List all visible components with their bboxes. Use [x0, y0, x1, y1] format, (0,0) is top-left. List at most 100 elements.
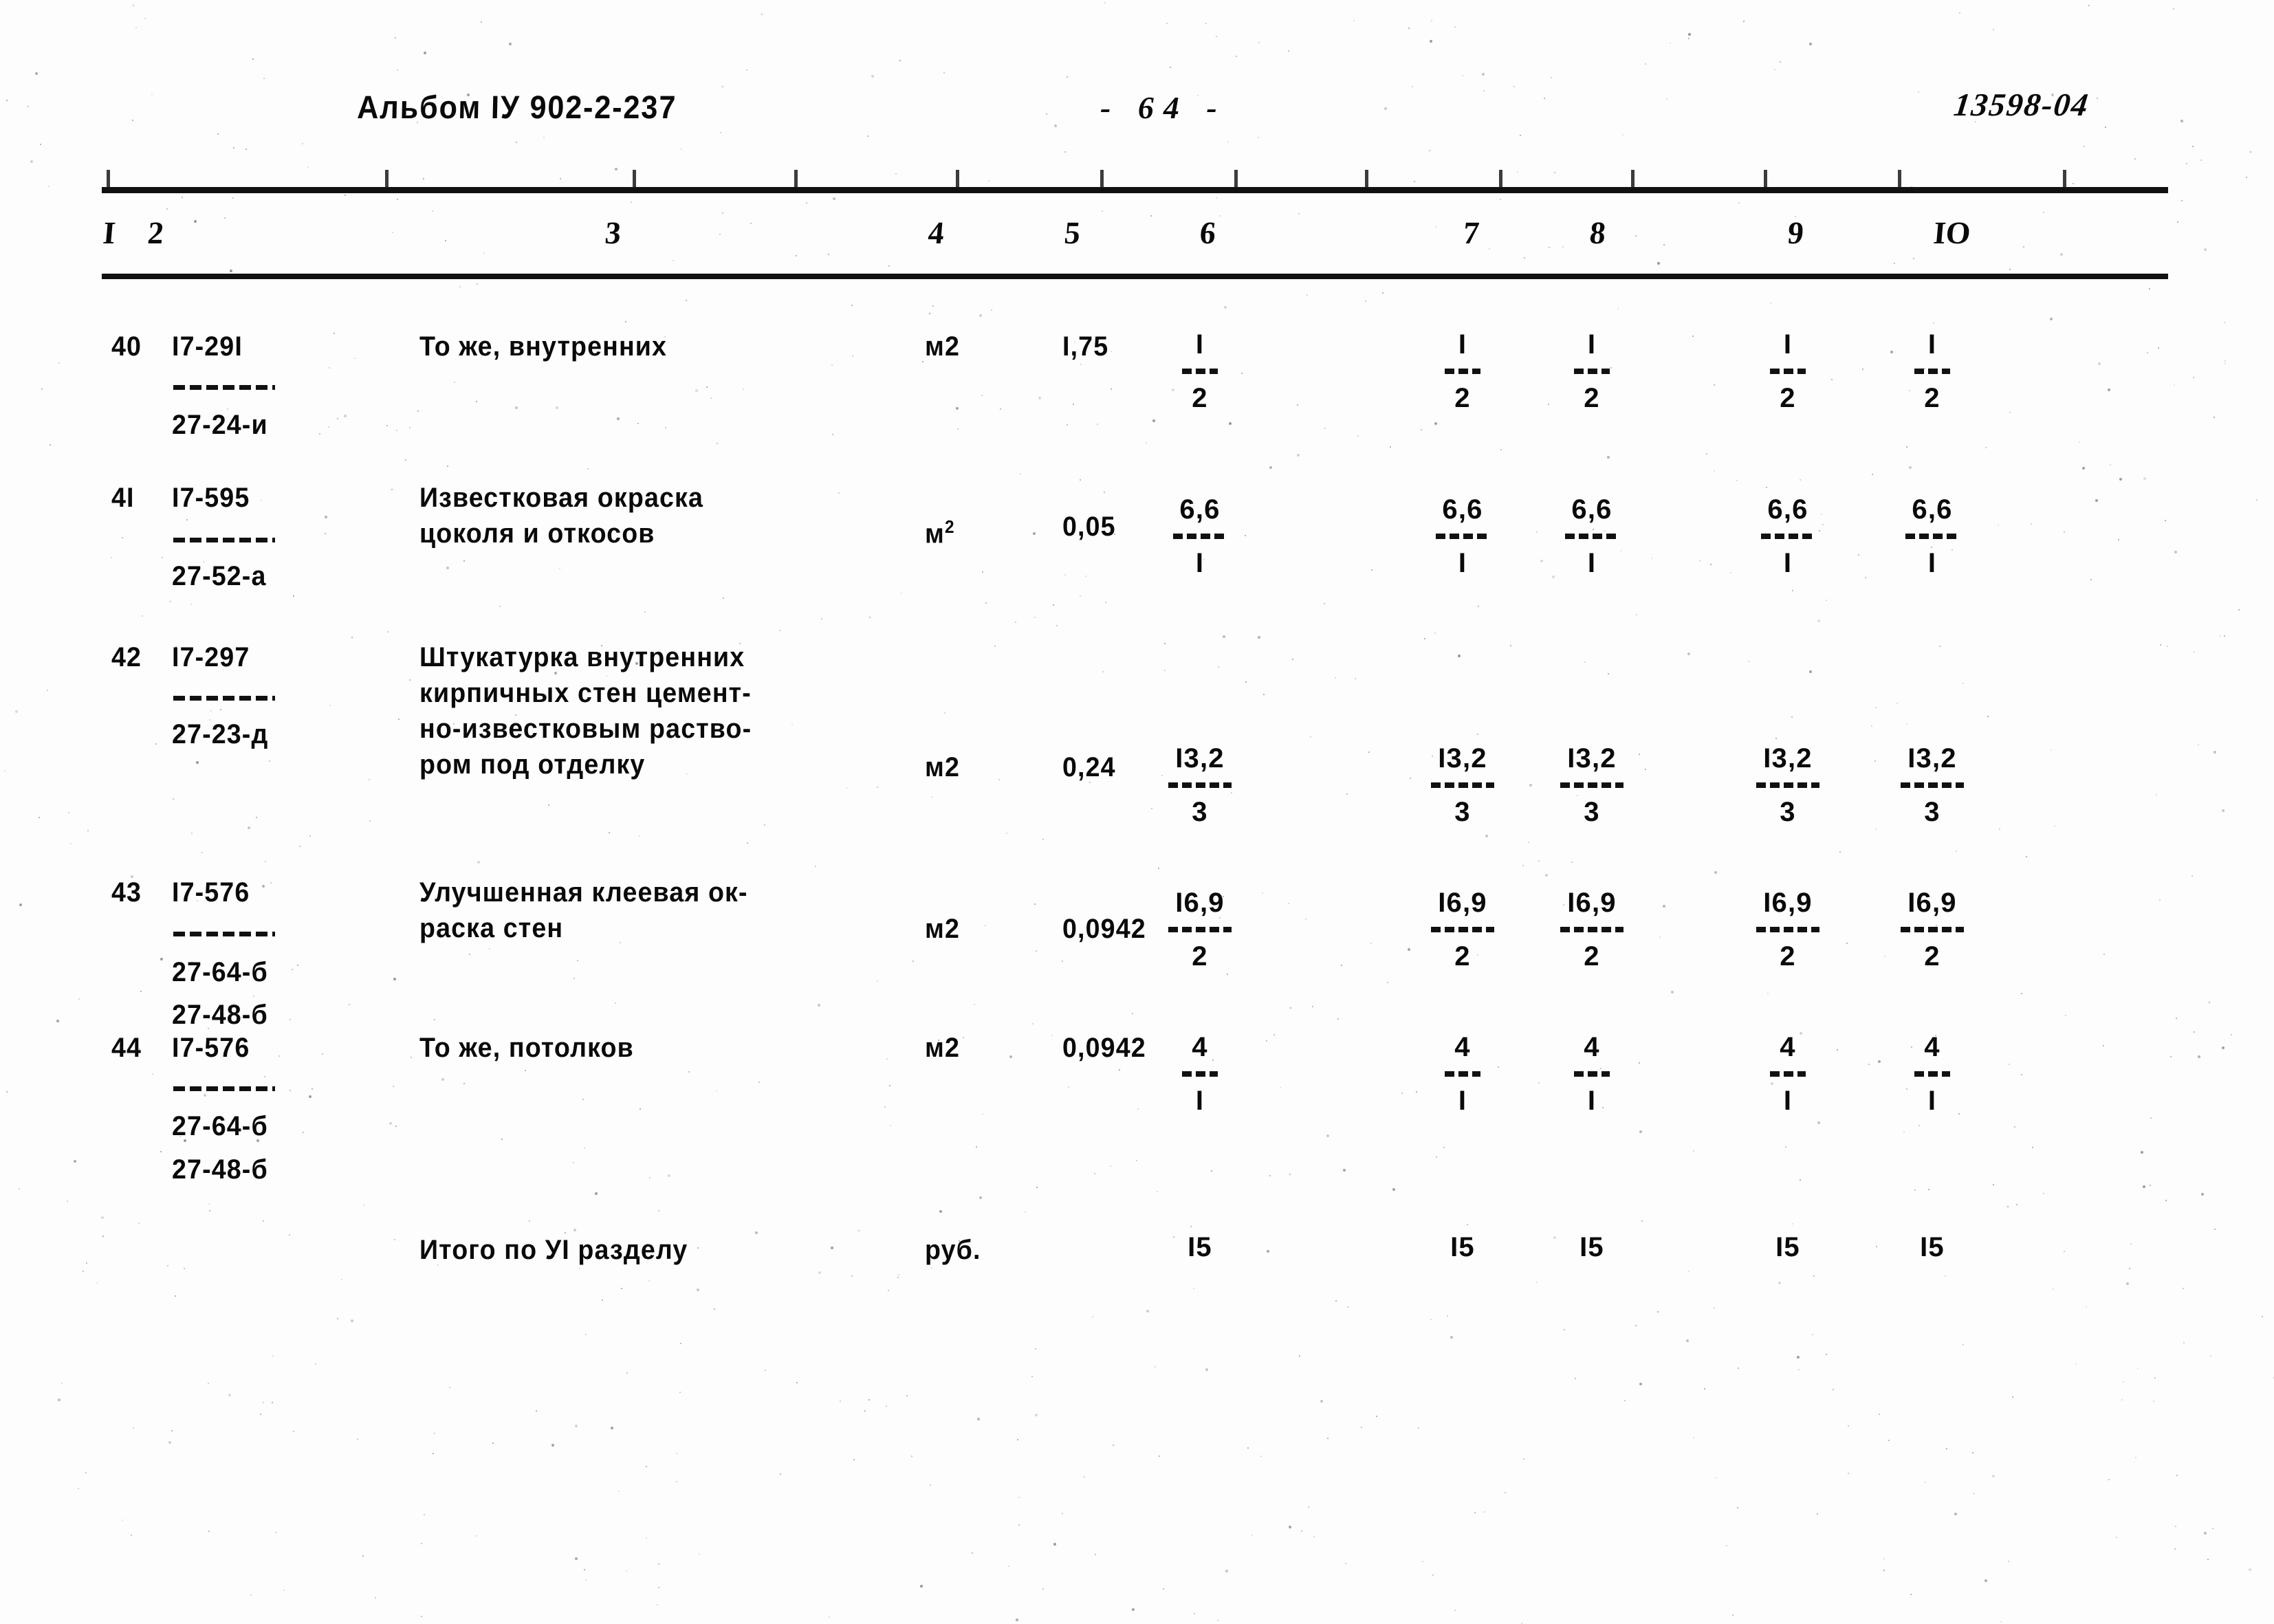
column-tick-mark — [1234, 170, 1238, 188]
row-unit-base: м2 — [925, 752, 960, 782]
fraction-denominator: 2 — [1584, 941, 1600, 972]
fraction-numerator: I6,9 — [1763, 888, 1813, 918]
column-tick-mark — [1100, 170, 1104, 188]
column-tick-mark — [794, 170, 798, 188]
fraction-denominator: 2 — [1780, 383, 1796, 413]
fraction-denominator: 2 — [1924, 941, 1940, 972]
row-fraction-col-8: I3,2 3 — [1520, 743, 1664, 828]
row-description: Штукатурка внутренних кирпичных стен цем… — [419, 642, 752, 780]
fraction-bar — [1756, 927, 1819, 932]
fraction-denominator: 3 — [1780, 797, 1796, 827]
fraction-denominator: I — [1458, 548, 1467, 578]
fraction-denominator: I — [1783, 548, 1793, 578]
row-fraction-col-8: I2 — [1520, 329, 1664, 414]
fraction-denominator: 2 — [1454, 383, 1471, 413]
row-unit-base: м — [925, 518, 945, 549]
fraction-bar — [1431, 782, 1494, 788]
row-code-secondary: 27-64-б — [172, 957, 268, 987]
row-code-primary: I7-29I — [172, 331, 243, 362]
row-code-tertiary: 27-48-б — [172, 1000, 268, 1030]
fraction-numerator: 4 — [1780, 1032, 1796, 1062]
row-fraction-col-6: 4I — [1128, 1031, 1272, 1117]
fraction-numerator: I — [1587, 329, 1597, 360]
row-fraction-col-10: 6,6 I — [1860, 494, 2004, 579]
fraction-bar — [1574, 369, 1610, 374]
column-tick-mark — [385, 170, 389, 188]
row-code-secondary: 27-23-д — [172, 719, 269, 749]
fraction-bar — [1565, 534, 1619, 539]
row-fraction-col-9: 4I — [1716, 1031, 1860, 1117]
fraction-denominator: 2 — [1584, 383, 1600, 413]
row-fraction-col-7: I2 — [1390, 329, 1535, 414]
album-reference: Альбом IУ 902-2-237 — [356, 89, 677, 125]
row-code-tertiary: 27-48-б — [172, 1154, 268, 1185]
row-fraction-col-9: I2 — [1716, 329, 1860, 414]
fraction-bar — [1914, 369, 1950, 374]
document-code: 13598-04 — [1952, 87, 2092, 123]
code-separator-dashes — [173, 696, 275, 701]
row-fraction-col-8: I6,9 2 — [1520, 887, 1664, 972]
row-fraction-col-10: I3,2 3 — [1860, 743, 2004, 828]
scanned-document-page: Альбом IУ 902-2-237 - 64 - 13598-04 I234… — [0, 0, 2274, 1624]
column-tick-mark — [107, 170, 110, 188]
fraction-bar — [1574, 1071, 1610, 1077]
fraction-denominator: 2 — [1924, 383, 1940, 413]
row-quantity: 0,05 — [1062, 512, 1116, 542]
row-description: То же, потолков — [419, 1033, 634, 1063]
column-tick-mark — [956, 170, 959, 188]
row-fraction-col-6: I2 — [1128, 329, 1272, 414]
fraction-bar — [1901, 927, 1964, 932]
fraction-denominator: 3 — [1454, 797, 1471, 827]
fraction-numerator: I3,2 — [1567, 743, 1617, 773]
fraction-bar — [1436, 534, 1489, 539]
row-code-primary: I7-576 — [172, 877, 250, 908]
fraction-denominator: I — [1587, 548, 1597, 578]
fraction-bar — [1431, 927, 1494, 932]
fraction-numerator: 4 — [1192, 1032, 1208, 1062]
row-item-number: 40 — [111, 331, 142, 362]
row-code-primary: I7-595 — [172, 483, 250, 513]
fraction-denominator: I — [1587, 1086, 1597, 1116]
row-item-number: 43 — [111, 877, 142, 908]
row-fraction-col-8: 6,6 I — [1520, 494, 1664, 579]
column-header-4: 4 — [926, 215, 946, 250]
column-header-8: 8 — [1588, 215, 1608, 250]
row-code-primary: I7-576 — [172, 1033, 250, 1063]
fraction-denominator: 2 — [1780, 941, 1796, 972]
fraction-numerator: I6,9 — [1438, 888, 1487, 918]
row-fraction-col-7: 6,6 I — [1390, 494, 1535, 579]
row-fraction-col-7: 4I — [1390, 1031, 1535, 1117]
fraction-denominator: 2 — [1192, 383, 1208, 413]
row-fraction-col-10: I2 — [1860, 329, 2004, 414]
fraction-numerator: I3,2 — [1907, 743, 1957, 773]
fraction-numerator: 6,6 — [1767, 494, 1808, 525]
fraction-bar — [1901, 782, 1964, 788]
row-item-number: 44 — [111, 1033, 142, 1063]
total-value-col-10: I5 — [1920, 1232, 1945, 1262]
fraction-bar — [1182, 369, 1218, 374]
row-description: Известковая окраска цоколя и откосов — [419, 483, 704, 549]
column-header-10: IO — [1932, 215, 1972, 250]
code-separator-dashes — [173, 538, 275, 542]
fraction-bar — [1168, 782, 1232, 788]
fraction-denominator: I — [1195, 548, 1205, 578]
fraction-numerator: I — [1927, 329, 1937, 360]
fraction-numerator: I3,2 — [1763, 743, 1813, 773]
row-unit-base: м2 — [925, 1033, 960, 1063]
row-fraction-col-6: I6,9 2 — [1128, 887, 1272, 972]
column-header-2: 2 — [146, 215, 166, 250]
fraction-bar — [1445, 1071, 1480, 1077]
fraction-numerator: 6,6 — [1442, 494, 1483, 525]
total-row-label: Итого по УI разделу — [419, 1235, 688, 1265]
fraction-bar — [1770, 369, 1806, 374]
column-header-7: 7 — [1461, 215, 1481, 250]
row-code-primary: I7-297 — [172, 642, 250, 672]
total-value-col-7: I5 — [1450, 1232, 1475, 1262]
row-unit: м2 — [925, 749, 960, 785]
row-unit-base: м2 — [925, 914, 960, 944]
fraction-numerator: 6,6 — [1179, 494, 1221, 525]
fraction-bar — [1173, 534, 1227, 539]
column-header-1: I — [101, 215, 118, 250]
column-tick-mark — [633, 170, 636, 188]
total-value-col-9: I5 — [1775, 1232, 1800, 1262]
